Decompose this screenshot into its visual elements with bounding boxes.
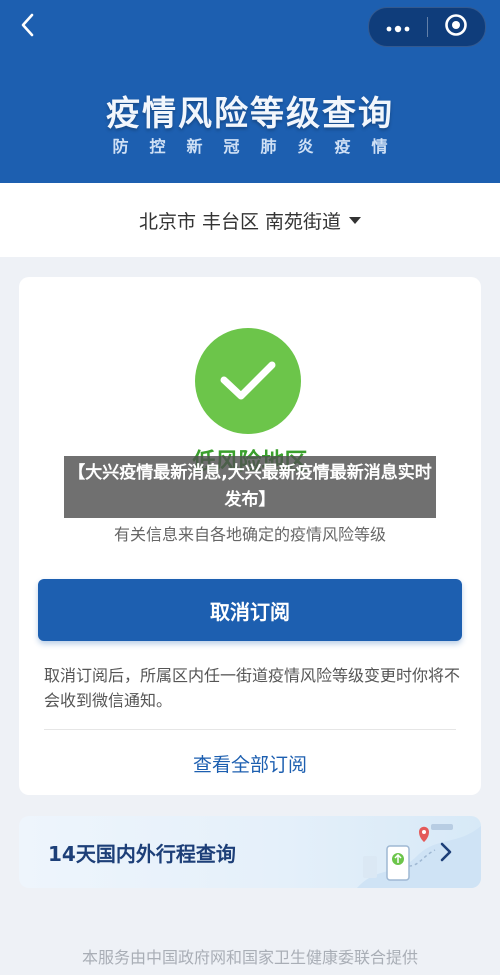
check-icon (195, 328, 301, 434)
location-label: 北京市 丰台区 南苑街道 (138, 210, 342, 233)
caption-overlay: 【大兴疫情最新消息,大兴最新疫情最新消息实时发布】 (64, 456, 436, 518)
unsubscribe-button[interactable]: 取消订阅 (38, 579, 462, 641)
header: 疫情风险等级查询 防控新冠肺炎疫情 (0, 0, 500, 183)
chevron-left-icon (20, 13, 34, 41)
chevron-right-icon (439, 841, 453, 867)
trip-query-title: 14天国内外行程查询 (48, 842, 236, 866)
back-button[interactable] (14, 13, 40, 41)
info-source-text: 有关信息来自各地确定的疫情风险等级 (113, 525, 386, 544)
close-button[interactable] (427, 8, 485, 46)
mini-program-capsule (368, 7, 486, 47)
target-circle-icon (444, 13, 468, 41)
view-all-subscriptions-link[interactable]: 查看全部订阅 (19, 750, 481, 777)
unsubscribe-note: 取消订阅后，所属区内任一街道疫情风险等级变更时你将不会收到微信通知。 (44, 666, 461, 710)
location-selector[interactable]: 北京市 丰台区 南苑街道 (0, 183, 500, 257)
page-subtitle: 防控新冠肺炎疫情 (112, 137, 409, 156)
more-button[interactable] (369, 8, 427, 46)
trip-query-card[interactable]: 14天国内外行程查询 (19, 816, 481, 888)
divider (44, 729, 456, 730)
page-title: 疫情风险等级查询 (106, 94, 394, 134)
footer-credit: 本服务由中国政府网和国家卫生健康委联合提供 (81, 948, 418, 967)
more-dots-icon (386, 18, 410, 37)
risk-status-card: 低风险地区 有关信息来自各地确定的疫情风险等级 取消订阅 取消订阅后，所属区内任… (19, 277, 481, 795)
map-route-icon (357, 816, 481, 888)
caret-down-icon (349, 216, 362, 224)
